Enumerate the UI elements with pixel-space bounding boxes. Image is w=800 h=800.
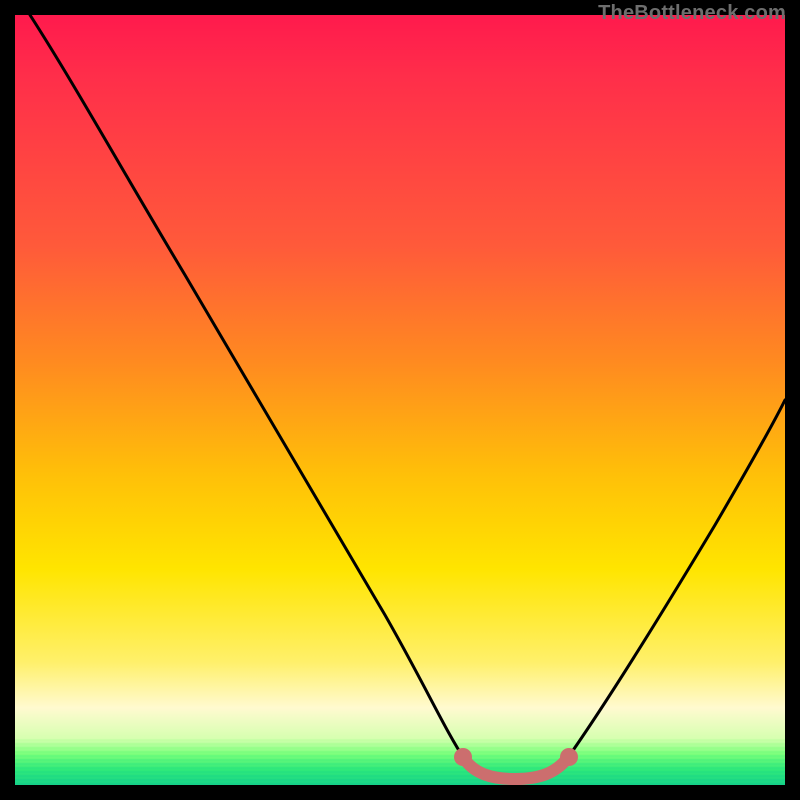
trough-dot-right [560,748,578,766]
trough-marker [465,759,567,779]
watermark-text: TheBottleneck.com [598,2,786,25]
trough-dot-left [454,748,472,766]
curve-layer [15,15,785,785]
plot-area [15,15,785,785]
bottleneck-curve [30,15,785,779]
chart-stage: TheBottleneck.com [0,0,800,800]
